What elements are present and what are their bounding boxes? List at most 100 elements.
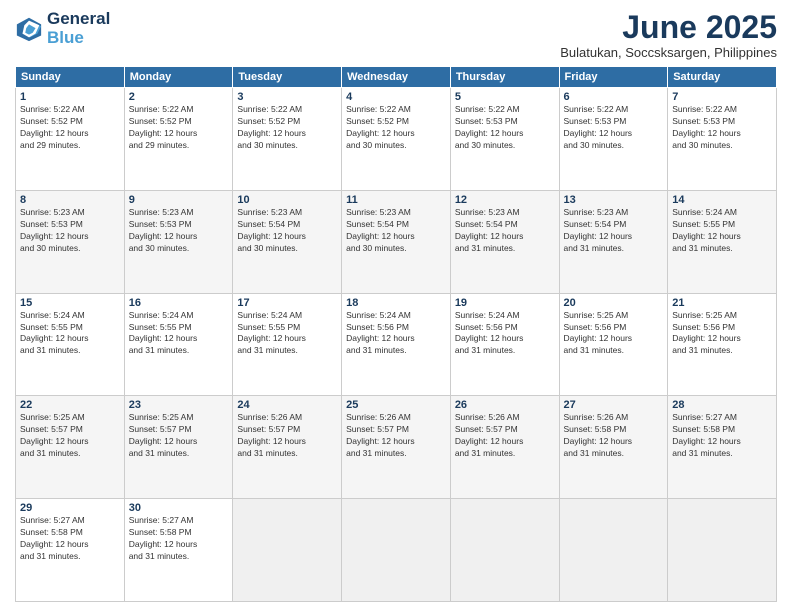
day-info: Sunrise: 5:25 AM Sunset: 5:56 PM Dayligh…	[564, 310, 664, 358]
calendar-cell	[450, 499, 559, 602]
col-tuesday: Tuesday	[233, 67, 342, 88]
logo: General Blue	[15, 10, 110, 47]
day-number: 22	[20, 399, 120, 411]
header: General Blue June 2025 Bulatukan, Soccsk…	[15, 10, 777, 60]
day-number: 7	[672, 91, 772, 103]
day-number: 14	[672, 194, 772, 206]
calendar-cell: 20Sunrise: 5:25 AM Sunset: 5:56 PM Dayli…	[559, 293, 668, 396]
calendar-cell: 15Sunrise: 5:24 AM Sunset: 5:55 PM Dayli…	[16, 293, 125, 396]
calendar-table: Sunday Monday Tuesday Wednesday Thursday…	[15, 66, 777, 602]
calendar-cell: 5Sunrise: 5:22 AM Sunset: 5:53 PM Daylig…	[450, 88, 559, 191]
day-number: 1	[20, 91, 120, 103]
day-number: 15	[20, 297, 120, 309]
calendar-cell: 1Sunrise: 5:22 AM Sunset: 5:52 PM Daylig…	[16, 88, 125, 191]
day-number: 18	[346, 297, 446, 309]
day-number: 5	[455, 91, 555, 103]
calendar-cell: 8Sunrise: 5:23 AM Sunset: 5:53 PM Daylig…	[16, 190, 125, 293]
day-number: 4	[346, 91, 446, 103]
day-number: 16	[129, 297, 229, 309]
day-info: Sunrise: 5:22 AM Sunset: 5:52 PM Dayligh…	[346, 104, 446, 152]
header-row: Sunday Monday Tuesday Wednesday Thursday…	[16, 67, 777, 88]
logo-icon	[15, 15, 43, 43]
calendar-cell: 16Sunrise: 5:24 AM Sunset: 5:55 PM Dayli…	[124, 293, 233, 396]
calendar-cell: 19Sunrise: 5:24 AM Sunset: 5:56 PM Dayli…	[450, 293, 559, 396]
calendar-cell: 7Sunrise: 5:22 AM Sunset: 5:53 PM Daylig…	[668, 88, 777, 191]
calendar-cell	[233, 499, 342, 602]
calendar-cell: 12Sunrise: 5:23 AM Sunset: 5:54 PM Dayli…	[450, 190, 559, 293]
day-number: 17	[237, 297, 337, 309]
logo-text: General Blue	[47, 10, 110, 47]
day-number: 3	[237, 91, 337, 103]
calendar-page: General Blue June 2025 Bulatukan, Soccsk…	[0, 0, 792, 612]
day-number: 9	[129, 194, 229, 206]
col-thursday: Thursday	[450, 67, 559, 88]
location: Bulatukan, Soccsksargen, Philippines	[560, 45, 777, 60]
day-number: 19	[455, 297, 555, 309]
day-number: 23	[129, 399, 229, 411]
title-block: June 2025 Bulatukan, Soccsksargen, Phili…	[560, 10, 777, 60]
day-number: 13	[564, 194, 664, 206]
day-info: Sunrise: 5:23 AM Sunset: 5:54 PM Dayligh…	[564, 207, 664, 255]
day-number: 26	[455, 399, 555, 411]
day-info: Sunrise: 5:22 AM Sunset: 5:52 PM Dayligh…	[20, 104, 120, 152]
day-number: 6	[564, 91, 664, 103]
col-sunday: Sunday	[16, 67, 125, 88]
table-row: 1Sunrise: 5:22 AM Sunset: 5:52 PM Daylig…	[16, 88, 777, 191]
day-info: Sunrise: 5:27 AM Sunset: 5:58 PM Dayligh…	[129, 515, 229, 563]
calendar-cell: 14Sunrise: 5:24 AM Sunset: 5:55 PM Dayli…	[668, 190, 777, 293]
day-info: Sunrise: 5:25 AM Sunset: 5:57 PM Dayligh…	[129, 412, 229, 460]
col-friday: Friday	[559, 67, 668, 88]
day-info: Sunrise: 5:23 AM Sunset: 5:53 PM Dayligh…	[20, 207, 120, 255]
day-number: 2	[129, 91, 229, 103]
calendar-cell: 18Sunrise: 5:24 AM Sunset: 5:56 PM Dayli…	[342, 293, 451, 396]
calendar-cell	[559, 499, 668, 602]
month-title: June 2025	[560, 10, 777, 45]
day-info: Sunrise: 5:23 AM Sunset: 5:54 PM Dayligh…	[455, 207, 555, 255]
day-number: 30	[129, 502, 229, 514]
day-info: Sunrise: 5:22 AM Sunset: 5:53 PM Dayligh…	[455, 104, 555, 152]
calendar-cell: 27Sunrise: 5:26 AM Sunset: 5:58 PM Dayli…	[559, 396, 668, 499]
day-number: 28	[672, 399, 772, 411]
day-info: Sunrise: 5:26 AM Sunset: 5:57 PM Dayligh…	[237, 412, 337, 460]
calendar-cell: 10Sunrise: 5:23 AM Sunset: 5:54 PM Dayli…	[233, 190, 342, 293]
day-info: Sunrise: 5:22 AM Sunset: 5:53 PM Dayligh…	[564, 104, 664, 152]
day-info: Sunrise: 5:22 AM Sunset: 5:52 PM Dayligh…	[237, 104, 337, 152]
day-info: Sunrise: 5:26 AM Sunset: 5:57 PM Dayligh…	[346, 412, 446, 460]
table-row: 22Sunrise: 5:25 AM Sunset: 5:57 PM Dayli…	[16, 396, 777, 499]
calendar-cell: 13Sunrise: 5:23 AM Sunset: 5:54 PM Dayli…	[559, 190, 668, 293]
calendar-cell: 2Sunrise: 5:22 AM Sunset: 5:52 PM Daylig…	[124, 88, 233, 191]
calendar-cell: 25Sunrise: 5:26 AM Sunset: 5:57 PM Dayli…	[342, 396, 451, 499]
day-info: Sunrise: 5:27 AM Sunset: 5:58 PM Dayligh…	[672, 412, 772, 460]
calendar-cell: 22Sunrise: 5:25 AM Sunset: 5:57 PM Dayli…	[16, 396, 125, 499]
day-info: Sunrise: 5:23 AM Sunset: 5:53 PM Dayligh…	[129, 207, 229, 255]
calendar-cell	[668, 499, 777, 602]
table-row: 29Sunrise: 5:27 AM Sunset: 5:58 PM Dayli…	[16, 499, 777, 602]
day-number: 20	[564, 297, 664, 309]
day-number: 8	[20, 194, 120, 206]
calendar-cell: 9Sunrise: 5:23 AM Sunset: 5:53 PM Daylig…	[124, 190, 233, 293]
day-number: 24	[237, 399, 337, 411]
col-wednesday: Wednesday	[342, 67, 451, 88]
calendar-cell: 28Sunrise: 5:27 AM Sunset: 5:58 PM Dayli…	[668, 396, 777, 499]
day-number: 12	[455, 194, 555, 206]
day-info: Sunrise: 5:23 AM Sunset: 5:54 PM Dayligh…	[346, 207, 446, 255]
calendar-cell: 4Sunrise: 5:22 AM Sunset: 5:52 PM Daylig…	[342, 88, 451, 191]
day-number: 27	[564, 399, 664, 411]
day-info: Sunrise: 5:22 AM Sunset: 5:52 PM Dayligh…	[129, 104, 229, 152]
day-number: 25	[346, 399, 446, 411]
day-info: Sunrise: 5:25 AM Sunset: 5:56 PM Dayligh…	[672, 310, 772, 358]
day-info: Sunrise: 5:27 AM Sunset: 5:58 PM Dayligh…	[20, 515, 120, 563]
day-info: Sunrise: 5:26 AM Sunset: 5:57 PM Dayligh…	[455, 412, 555, 460]
day-info: Sunrise: 5:24 AM Sunset: 5:56 PM Dayligh…	[455, 310, 555, 358]
calendar-cell: 23Sunrise: 5:25 AM Sunset: 5:57 PM Dayli…	[124, 396, 233, 499]
calendar-cell: 21Sunrise: 5:25 AM Sunset: 5:56 PM Dayli…	[668, 293, 777, 396]
calendar-cell: 24Sunrise: 5:26 AM Sunset: 5:57 PM Dayli…	[233, 396, 342, 499]
day-info: Sunrise: 5:25 AM Sunset: 5:57 PM Dayligh…	[20, 412, 120, 460]
day-info: Sunrise: 5:26 AM Sunset: 5:58 PM Dayligh…	[564, 412, 664, 460]
day-info: Sunrise: 5:24 AM Sunset: 5:55 PM Dayligh…	[20, 310, 120, 358]
day-info: Sunrise: 5:24 AM Sunset: 5:55 PM Dayligh…	[129, 310, 229, 358]
calendar-cell: 6Sunrise: 5:22 AM Sunset: 5:53 PM Daylig…	[559, 88, 668, 191]
calendar-cell: 26Sunrise: 5:26 AM Sunset: 5:57 PM Dayli…	[450, 396, 559, 499]
calendar-cell: 29Sunrise: 5:27 AM Sunset: 5:58 PM Dayli…	[16, 499, 125, 602]
table-row: 15Sunrise: 5:24 AM Sunset: 5:55 PM Dayli…	[16, 293, 777, 396]
